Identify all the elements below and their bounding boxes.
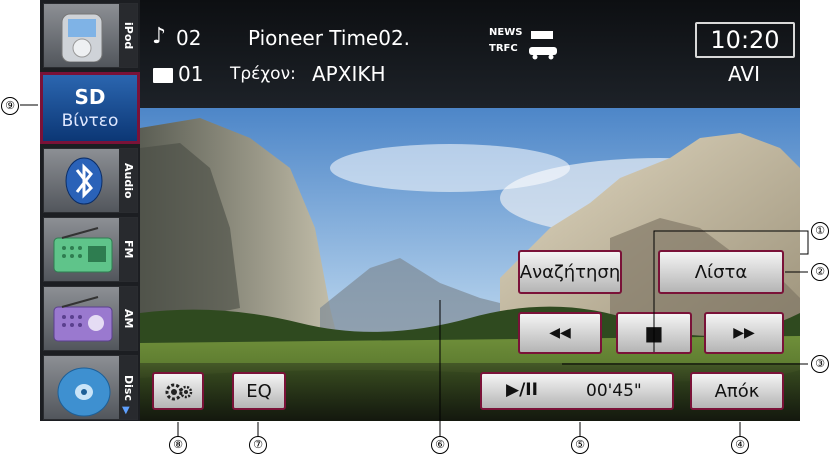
callout-9: ⑨	[1, 97, 19, 115]
callout-2: ②	[811, 263, 829, 281]
callout-7: ⑦	[249, 436, 267, 454]
callout-6: ⑥	[431, 436, 449, 454]
callout-3: ③	[811, 355, 829, 373]
callout-8: ⑧	[169, 436, 187, 454]
callout-lines	[20, 104, 809, 440]
callout-4: ④	[731, 436, 749, 454]
callout-1: ①	[811, 222, 829, 240]
callout-5: ⑤	[571, 436, 589, 454]
